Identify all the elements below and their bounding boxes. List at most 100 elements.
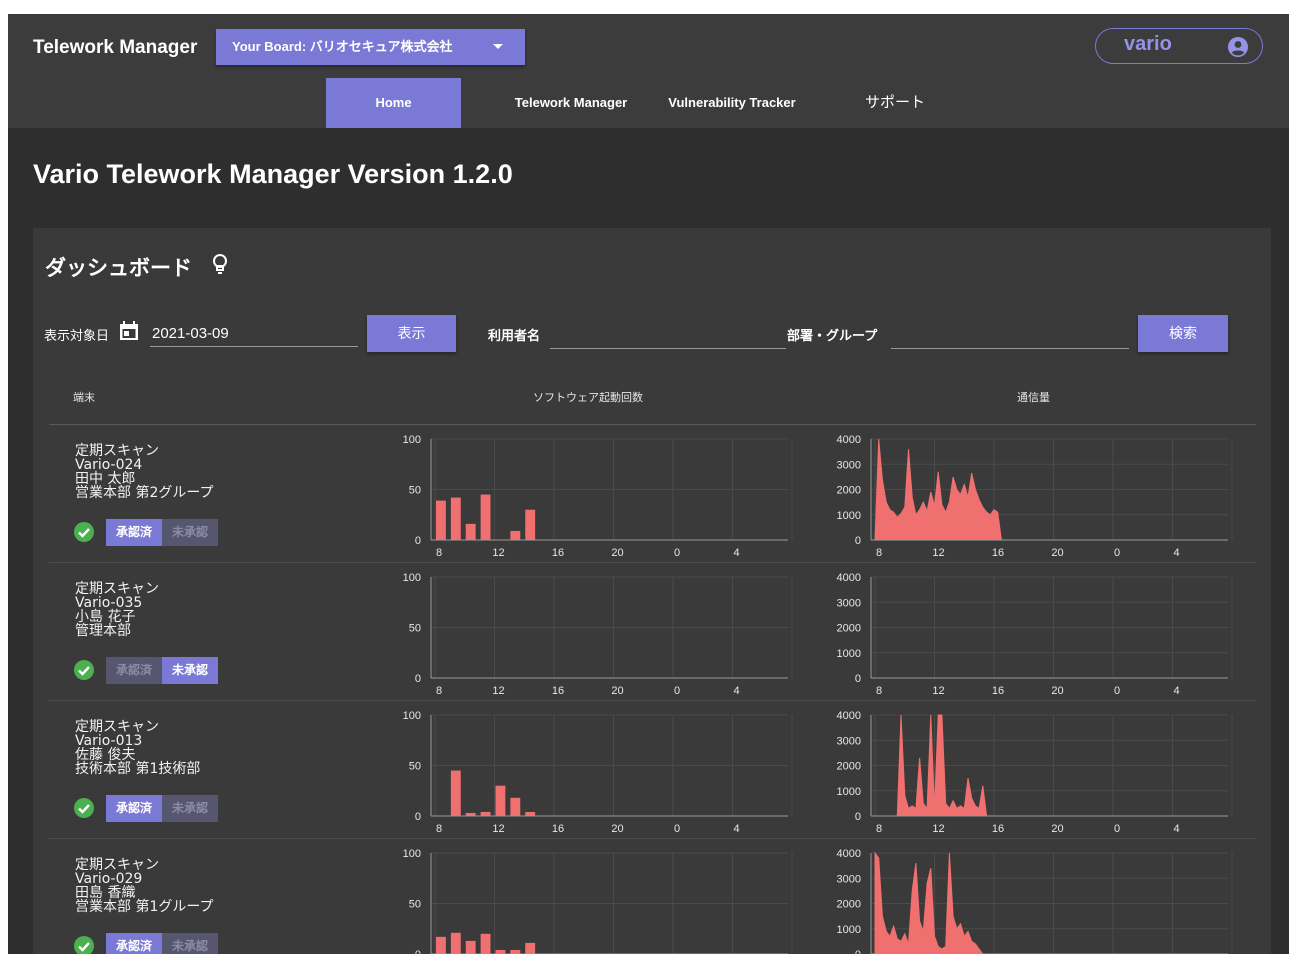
user-menu-button[interactable]: vario xyxy=(1095,28,1263,64)
nav-home[interactable]: Home xyxy=(326,78,461,128)
y-tick-label: 100 xyxy=(403,434,421,446)
department: 技術本部 第1技術部 xyxy=(75,761,201,777)
x-tick-label: 20 xyxy=(1051,685,1063,697)
app-title[interactable]: Telework Manager xyxy=(33,37,197,59)
x-tick-label: 4 xyxy=(733,685,739,697)
department: 管理本部 xyxy=(75,623,131,639)
bar xyxy=(450,770,461,816)
x-tick-label: 12 xyxy=(932,547,944,559)
x-tick-label: 4 xyxy=(1173,547,1179,559)
y-tick-label: 50 xyxy=(409,623,421,635)
y-tick-label: 2000 xyxy=(837,761,861,773)
software-launch-chart: 0 50 100 8 12 16 20 0 4 xyxy=(403,572,793,697)
traffic-chart: 01000200030004000812162004 xyxy=(837,848,1233,954)
y-tick-label: 1000 xyxy=(837,510,861,522)
bar xyxy=(450,497,461,540)
x-tick-label: 20 xyxy=(1051,547,1063,559)
x-tick-label: 20 xyxy=(611,685,623,697)
x-tick-label: 12 xyxy=(492,547,504,559)
device-row: 定期スキャン Vario-035 小島 花子 管理本部 承認済 未承認 0 50 1… xyxy=(33,563,1271,701)
y-tick-label: 0 xyxy=(855,673,861,685)
calendar-icon[interactable] xyxy=(119,321,139,341)
x-tick-label: 0 xyxy=(674,547,680,559)
bar xyxy=(436,936,446,954)
approved-button[interactable]: 承認済 xyxy=(106,519,162,546)
approval-toggle: 承認済 未承認 xyxy=(106,519,218,546)
x-tick-label: 16 xyxy=(992,685,1004,697)
approved-button[interactable]: 承認済 xyxy=(106,795,162,822)
date-input[interactable] xyxy=(150,321,362,345)
check-circle-icon xyxy=(74,798,94,818)
account-circle-icon xyxy=(1228,37,1248,57)
bar xyxy=(495,785,506,816)
x-tick-label: 8 xyxy=(436,685,442,697)
nav-support[interactable]: サポート xyxy=(850,78,940,128)
x-tick-label: 12 xyxy=(932,823,944,835)
y-tick-label: 2000 xyxy=(837,899,861,911)
column-header-software: ソフトウェア起動回数 xyxy=(533,392,643,404)
column-header-device: 端末 xyxy=(73,392,95,404)
board-selector[interactable]: Your Board: バリオセキュア株式会社 xyxy=(216,29,525,65)
device-id: Vario-035 xyxy=(75,595,143,611)
bar xyxy=(465,523,476,540)
board-selector-label: Your Board: バリオセキュア株式会社 xyxy=(232,39,453,54)
x-tick-label: 4 xyxy=(1173,685,1179,697)
show-button[interactable]: 表示 xyxy=(367,315,456,352)
device-info: 定期スキャン Vario-035 小島 花子 管理本部 xyxy=(75,582,159,638)
bar xyxy=(510,530,521,540)
y-tick-label: 1000 xyxy=(837,786,861,798)
y-tick-label: 3000 xyxy=(837,459,861,471)
bar xyxy=(510,949,521,954)
x-tick-label: 8 xyxy=(876,547,882,559)
y-tick-label: 50 xyxy=(409,485,421,497)
dept-input[interactable] xyxy=(891,323,1133,347)
check-circle-icon xyxy=(74,660,94,680)
approved-button[interactable]: 承認済 xyxy=(106,657,162,684)
unapproved-button[interactable]: 未承認 xyxy=(162,795,218,822)
x-tick-label: 0 xyxy=(674,823,680,835)
nav-telework-manager[interactable]: Telework Manager xyxy=(504,78,638,128)
scan-type: 定期スキャン xyxy=(75,581,159,597)
y-tick-label: 50 xyxy=(409,899,421,911)
nav-vulnerability-tracker[interactable]: Vulnerability Tracker xyxy=(660,78,804,128)
y-tick-label: 0 xyxy=(415,535,421,547)
device-id: Vario-029 xyxy=(75,871,143,887)
approval-toggle: 承認済 未承認 xyxy=(106,933,218,954)
search-button[interactable]: 検索 xyxy=(1138,315,1228,352)
check-circle-icon xyxy=(74,522,94,542)
bar xyxy=(480,494,491,540)
bar xyxy=(525,811,536,816)
scan-type: 定期スキャン xyxy=(75,719,159,735)
approval-toggle: 承認済 未承認 xyxy=(106,795,218,822)
approved-button[interactable]: 承認済 xyxy=(106,933,162,954)
dashboard-title: ダッシュボード xyxy=(45,257,192,280)
caret-down-icon xyxy=(493,44,503,49)
y-tick-label: 100 xyxy=(403,710,421,722)
x-tick-label: 20 xyxy=(611,823,623,835)
bar xyxy=(480,933,491,954)
traffic-chart: 01000200030004000812162004 xyxy=(837,434,1233,559)
lightbulb-icon[interactable] xyxy=(211,253,229,277)
device-id: Vario-013 xyxy=(75,733,143,749)
app-window: Telework Manager Your Board: バリオセキュア株式会社… xyxy=(8,14,1289,954)
user-name-input[interactable] xyxy=(550,323,790,347)
check-circle-icon xyxy=(74,936,94,954)
department: 営業本部 第2グループ xyxy=(75,485,214,501)
y-tick-label: 4000 xyxy=(837,848,861,860)
y-tick-label: 4000 xyxy=(837,710,861,722)
unapproved-button[interactable]: 未承認 xyxy=(162,519,218,546)
unapproved-button[interactable]: 未承認 xyxy=(162,657,218,684)
column-header-traffic: 通信量 xyxy=(1017,392,1050,404)
x-tick-label: 0 xyxy=(674,685,680,697)
x-tick-label: 8 xyxy=(436,823,442,835)
device-info: 定期スキャン Vario-029 田島 香織 営業本部 第1グループ xyxy=(75,858,214,914)
top-bar: Telework Manager Your Board: バリオセキュア株式会社… xyxy=(8,14,1289,128)
user-name: 田島 香織 xyxy=(75,885,136,901)
unapproved-button[interactable]: 未承認 xyxy=(162,933,218,954)
bar xyxy=(450,932,461,954)
device-row: 定期スキャン Vario-013 佐藤 俊夫 技術本部 第1技術部 承認済 未承… xyxy=(33,701,1271,839)
bar xyxy=(465,940,476,954)
x-tick-label: 8 xyxy=(436,547,442,559)
approval-toggle: 承認済 未承認 xyxy=(106,657,218,684)
x-tick-label: 16 xyxy=(552,823,564,835)
